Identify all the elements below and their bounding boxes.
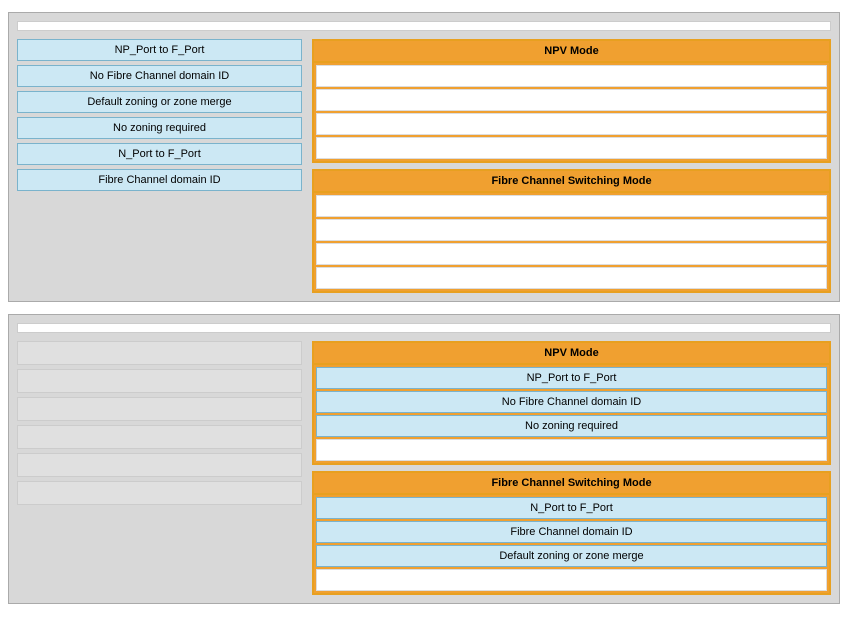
correct-drop-slot-1-3[interactable] — [316, 569, 827, 591]
correct-drop-slot-1-2[interactable]: Default zoning or zone merge — [316, 545, 827, 567]
drop-category-1: Fibre Channel Switching Mode — [312, 169, 831, 293]
select-instruction — [17, 21, 831, 31]
left-items-select: NP_Port to F_Port No Fibre Channel domain… — [17, 39, 302, 293]
left-items-correct — [17, 341, 302, 595]
correct-drop-slot-0-0[interactable]: NP_Port to F_Port — [316, 367, 827, 389]
drag-item-4[interactable]: N_Port to F_Port — [17, 143, 302, 165]
drop-slots-0 — [314, 63, 829, 161]
drop-slot-0-1[interactable] — [316, 89, 827, 111]
correct-category-header-1: Fibre Channel Switching Mode — [314, 473, 829, 495]
drop-slot-0-3[interactable] — [316, 137, 827, 159]
correct-drag-item-3 — [17, 425, 302, 449]
category-header-1: Fibre Channel Switching Mode — [314, 171, 829, 193]
correct-drag-item-4 — [17, 453, 302, 477]
drop-slot-0-2[interactable] — [316, 113, 827, 135]
drag-item-0[interactable]: NP_Port to F_Port — [17, 39, 302, 61]
correct-drag-item-1 — [17, 369, 302, 393]
drop-slot-0-0[interactable] — [316, 65, 827, 87]
drop-slot-1-3[interactable] — [316, 267, 827, 289]
correct-drop-slots-0: NP_Port to F_PortNo Fibre Channel domain… — [314, 365, 829, 463]
correct-drag-item-2 — [17, 397, 302, 421]
drag-item-1[interactable]: No Fibre Channel domain ID — [17, 65, 302, 87]
select-and-place-panel: NP_Port to F_Port No Fibre Channel domain… — [8, 12, 840, 302]
correct-drag-item-5 — [17, 481, 302, 505]
correct-answer-panel: NPV ModeNP_Port to F_PortNo Fibre Channe… — [8, 314, 840, 604]
correct-drop-slot-0-2[interactable]: No zoning required — [316, 415, 827, 437]
drag-item-2[interactable]: Default zoning or zone merge — [17, 91, 302, 113]
correct-drop-slot-1-1[interactable]: Fibre Channel domain ID — [316, 521, 827, 543]
select-and-place-section: NP_Port to F_Port No Fibre Channel domain… — [8, 12, 840, 302]
correct-drop-slot-1-0[interactable]: N_Port to F_Port — [316, 497, 827, 519]
drop-slots-1 — [314, 193, 829, 291]
drag-item-3[interactable]: No zoning required — [17, 117, 302, 139]
right-panels-correct: NPV ModeNP_Port to F_PortNo Fibre Channe… — [312, 341, 831, 595]
drag-drop-area: NP_Port to F_Port No Fibre Channel domain… — [17, 39, 831, 293]
correct-drop-slot-0-3[interactable] — [316, 439, 827, 461]
drop-slot-1-2[interactable] — [316, 243, 827, 265]
correct-category-0: NPV ModeNP_Port to F_PortNo Fibre Channe… — [312, 341, 831, 465]
correct-drop-slots-1: N_Port to F_PortFibre Channel domain IDD… — [314, 495, 829, 593]
drop-category-0: NPV Mode — [312, 39, 831, 163]
correct-drop-slot-0-1[interactable]: No Fibre Channel domain ID — [316, 391, 827, 413]
drag-item-5[interactable]: Fibre Channel domain ID — [17, 169, 302, 191]
correct-instruction — [17, 323, 831, 333]
drop-slot-1-0[interactable] — [316, 195, 827, 217]
correct-category-1: Fibre Channel Switching ModeN_Port to F_… — [312, 471, 831, 595]
drop-slot-1-1[interactable] — [316, 219, 827, 241]
correct-category-header-0: NPV Mode — [314, 343, 829, 365]
right-panels-select: NPV Mode Fibre Channel Switching Mode — [312, 39, 831, 293]
correct-answer-section: NPV ModeNP_Port to F_PortNo Fibre Channe… — [8, 314, 840, 604]
correct-drag-drop-area: NPV ModeNP_Port to F_PortNo Fibre Channe… — [17, 341, 831, 595]
correct-drag-item-0 — [17, 341, 302, 365]
category-header-0: NPV Mode — [314, 41, 829, 63]
